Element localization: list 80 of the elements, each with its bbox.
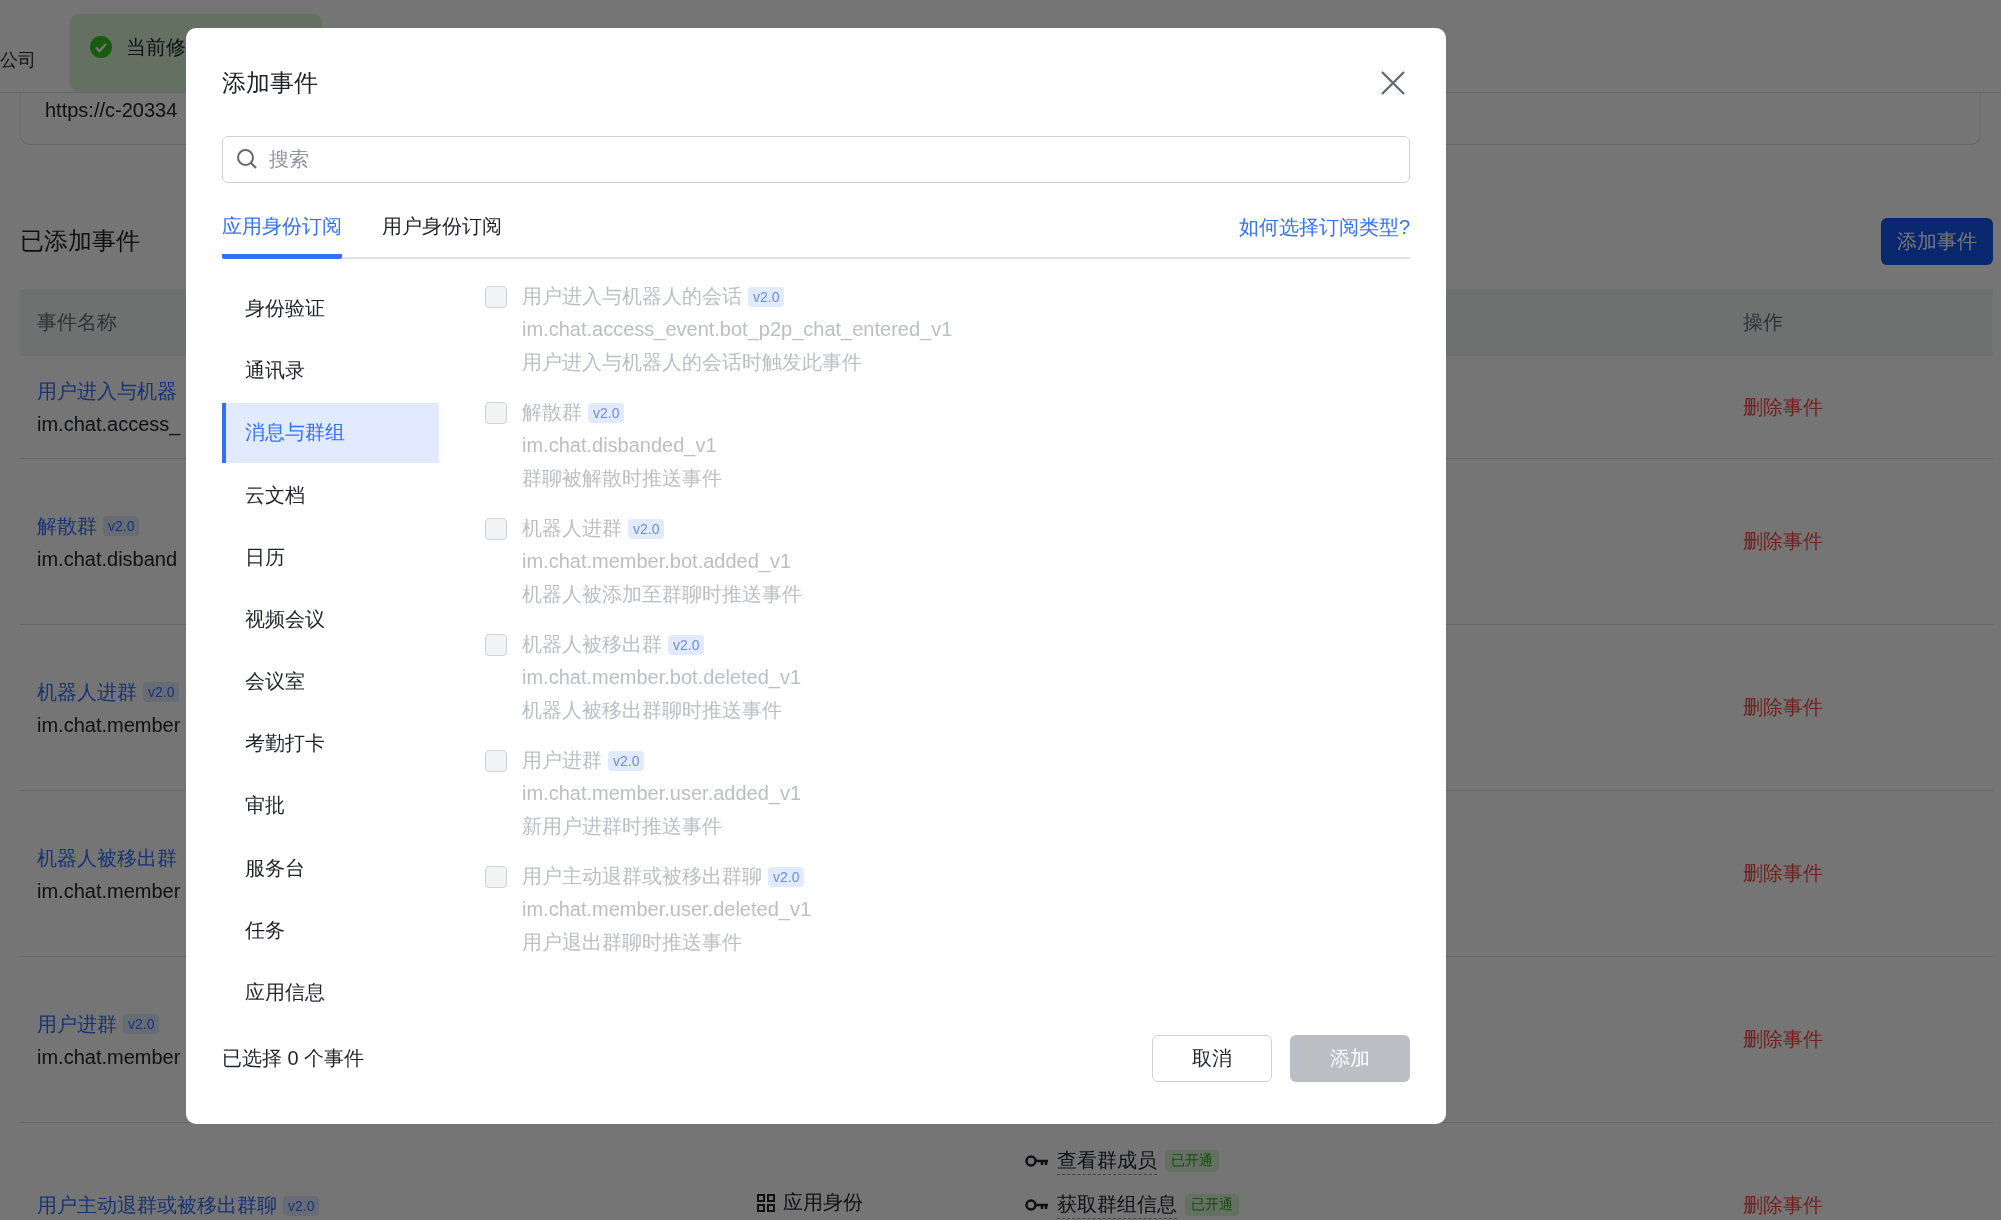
version-tag: v2.0	[608, 750, 645, 771]
category-item[interactable]: 通讯录	[222, 341, 439, 401]
event-title: 机器人进群	[522, 516, 622, 541]
section-title: 已添加事件	[20, 226, 140, 256]
event-title: 机器人被移出群	[522, 632, 662, 657]
category-item[interactable]: 身份验证	[222, 279, 439, 339]
search-field[interactable]: 搜索	[222, 136, 1410, 183]
event-code: im.chat.member	[37, 713, 181, 737]
category-item[interactable]: 服务台	[222, 838, 439, 898]
event-code: im.chat.disband	[37, 547, 178, 571]
event-code: im.chat.member.user.deleted_v1	[522, 898, 813, 921]
key-icon	[1025, 1198, 1049, 1212]
identity-label: 应用身份	[783, 1190, 863, 1215]
event-name-link[interactable]: 机器人被移出群	[37, 844, 177, 872]
version-tag: v2.0	[143, 682, 180, 702]
version-tag: v2.0	[668, 634, 705, 655]
event-name-link[interactable]: 用户进入与机器	[37, 378, 177, 405]
toast-message: 当前修	[126, 34, 186, 60]
search-icon	[236, 148, 258, 170]
tab[interactable]: 应用身份订阅	[222, 213, 342, 259]
column-header: 操作	[1742, 310, 1784, 335]
version-tag: v2.0	[768, 866, 805, 887]
event-description: 机器人被移出群聊时推送事件	[522, 698, 783, 723]
permission-name: 查看群成员	[1057, 1147, 1157, 1175]
event-name-link[interactable]: 用户主动退群或被移出群聊	[37, 1192, 277, 1219]
status-tag: 已开通	[1185, 1194, 1239, 1216]
add-event-button[interactable]: 添加事件	[1881, 217, 1993, 265]
event-name-link[interactable]: 用户进群	[37, 1010, 117, 1038]
event-code: im.chat.member	[37, 879, 181, 903]
company-name: 公司	[0, 49, 37, 72]
category-item[interactable]: 视频会议	[222, 589, 439, 650]
event-name-link[interactable]: 机器人进群	[37, 678, 137, 706]
event-code: im.chat.member	[37, 1045, 181, 1069]
event-description: 用户退出群聊时推送事件	[522, 930, 743, 955]
help-link[interactable]: 如何选择订阅类型?	[1238, 214, 1410, 257]
event-description: 新用户进群时推送事件	[522, 814, 723, 839]
event-title: 用户主动退群或被移出群聊	[522, 864, 762, 889]
delete-event-link[interactable]: 删除事件	[1726, 694, 1993, 721]
tab[interactable]: 用户身份订阅	[382, 213, 502, 259]
event-title: 解散群	[522, 400, 582, 425]
event-title: 用户进入与机器人的会话	[522, 284, 742, 309]
event-code: im.chat.access_	[37, 413, 181, 436]
event-code: im.chat.access_event.bot_p2p_chat_entered_v1	[522, 318, 953, 341]
category-item[interactable]: 云文档	[222, 465, 439, 525]
event-code: im.chat.member.bot.deleted_v1	[522, 666, 803, 689]
category-item[interactable]: 考勤打卡	[222, 714, 439, 774]
category-item[interactable]: 日历	[222, 527, 439, 587]
delete-event-link[interactable]: 删除事件	[1726, 860, 1993, 887]
category-item[interactable]: 应用信息	[222, 962, 439, 1023]
version-tag: v2.0	[123, 1014, 160, 1034]
key-icon	[1025, 1154, 1049, 1168]
category-item[interactable]: 任务	[222, 900, 439, 960]
version-tag: v2.0	[748, 286, 785, 307]
version-tag: v2.0	[103, 516, 140, 536]
delete-event-link[interactable]: 删除事件	[1726, 1192, 1993, 1219]
delete-event-link[interactable]: 删除事件	[1726, 1026, 1993, 1053]
cancel-button[interactable]: 取消	[1152, 1034, 1272, 1082]
event-name-link[interactable]: 解散群	[37, 512, 97, 540]
success-icon	[90, 36, 112, 58]
version-tag: v2.0	[588, 402, 625, 423]
event-code: im.chat.member.bot.added_v1	[522, 550, 793, 573]
event-description: 机器人被添加至群聊时推送事件	[522, 582, 803, 607]
delete-event-link[interactable]: 删除事件	[1726, 528, 1993, 555]
url-text: https://c-20334	[45, 99, 178, 121]
delete-event-link[interactable]: 删除事件	[1726, 393, 1993, 421]
selection-count: 已选择 0 个事件	[222, 1045, 365, 1071]
version-tag: v2.0	[283, 1195, 320, 1216]
category-item[interactable]: 消息与群组	[222, 403, 439, 463]
status-tag: 已开通	[1165, 1150, 1219, 1172]
event-code: im.chat.disbanded_v1	[522, 434, 718, 457]
grid-icon	[757, 1193, 775, 1212]
version-tag: v2.0	[628, 518, 665, 539]
event-description: 用户进入与机器人的会话时触发此事件	[522, 350, 863, 375]
event-description: 群聊被解散时推送事件	[522, 466, 723, 491]
category-item[interactable]: 审批	[222, 776, 439, 836]
event-code: im.chat.member.user.added_v1	[522, 782, 803, 805]
dialog-title: 添加事件	[222, 68, 318, 98]
permission-name: 获取群组信息	[1057, 1191, 1177, 1219]
category-item[interactable]: 会议室	[222, 652, 439, 712]
event-title: 用户进群	[522, 748, 602, 773]
